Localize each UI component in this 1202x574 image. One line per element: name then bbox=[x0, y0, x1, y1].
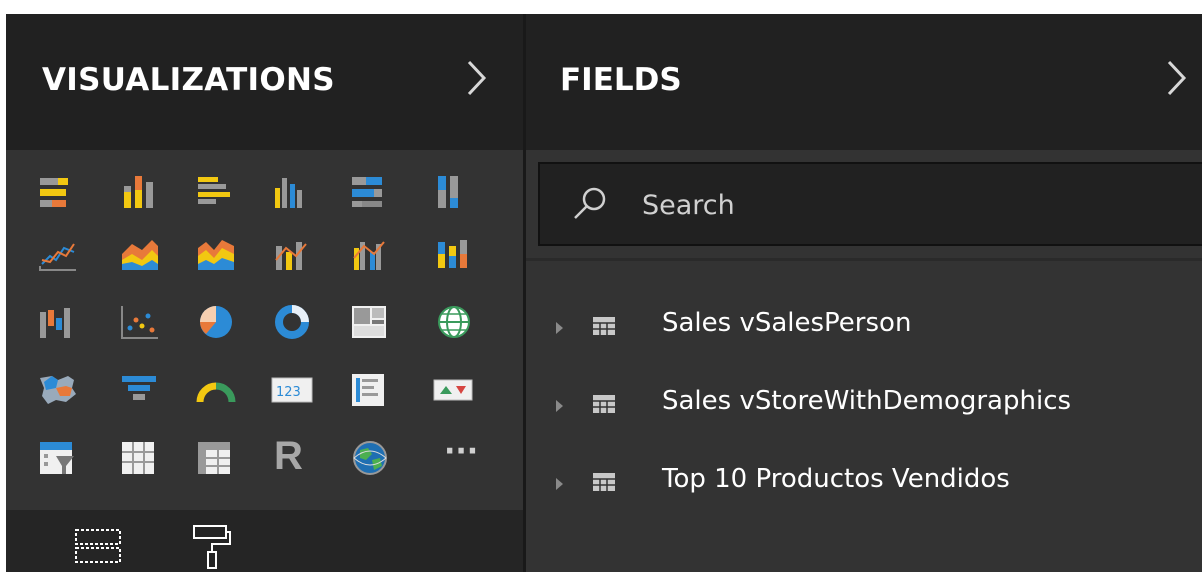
ribbon-chart-icon[interactable] bbox=[432, 234, 476, 278]
gauge-icon[interactable] bbox=[194, 370, 238, 414]
field-table-item[interactable]: Sales vStoreWithDemographics bbox=[526, 378, 1202, 434]
more-icon[interactable]: ··· bbox=[444, 434, 488, 478]
format-paint-roller-icon[interactable] bbox=[190, 522, 234, 574]
clustered-bar-chart-icon[interactable] bbox=[194, 172, 238, 216]
svg-text:123: 123 bbox=[276, 385, 301, 400]
kpi-icon[interactable] bbox=[432, 370, 476, 414]
line-and-stacked-column-chart-icon[interactable] bbox=[270, 234, 314, 278]
visualizations-title: VISUALIZATIONS bbox=[42, 62, 335, 98]
search-icon bbox=[570, 184, 610, 228]
scatter-chart-icon[interactable] bbox=[118, 302, 162, 346]
visualization-gallery: 123 R ··· bbox=[6, 150, 523, 510]
r-visual-icon[interactable]: R bbox=[274, 434, 318, 478]
visualizations-header: VISUALIZATIONS bbox=[6, 14, 523, 150]
funnel-icon[interactable] bbox=[118, 370, 162, 414]
visualizations-bottom-tabs bbox=[6, 510, 523, 572]
donut-chart-icon[interactable] bbox=[270, 302, 314, 346]
field-table-item[interactable]: Top 10 Productos Vendidos bbox=[526, 456, 1202, 512]
fields-well-icon[interactable] bbox=[74, 526, 126, 570]
slicer-icon[interactable] bbox=[36, 438, 80, 482]
fields-header: FIELDS bbox=[526, 14, 1202, 150]
matrix-icon[interactable] bbox=[194, 438, 238, 482]
globe-map-icon[interactable] bbox=[348, 438, 392, 482]
r-visual-label: R bbox=[274, 434, 303, 478]
table-icon bbox=[592, 470, 618, 498]
table-icon bbox=[592, 314, 618, 342]
100-stacked-column-chart-icon[interactable] bbox=[432, 172, 476, 216]
field-table-item[interactable]: Sales vSalesPerson bbox=[526, 300, 1202, 356]
card-icon[interactable]: 123 bbox=[270, 370, 314, 414]
waterfall-chart-icon[interactable] bbox=[36, 302, 80, 346]
more-label: ··· bbox=[444, 434, 479, 469]
visualizations-pane: VISUALIZATIONS 123 R ··· bbox=[6, 14, 523, 572]
stacked-bar-chart-icon[interactable] bbox=[36, 172, 80, 216]
100-stacked-bar-chart-icon[interactable] bbox=[348, 172, 392, 216]
line-and-clustered-column-chart-icon[interactable] bbox=[348, 234, 392, 278]
stacked-area-chart-icon[interactable] bbox=[194, 234, 238, 278]
field-table-label: Top 10 Productos Vendidos bbox=[662, 464, 1010, 494]
divider bbox=[526, 258, 1202, 261]
table-icon[interactable] bbox=[118, 438, 162, 482]
search-input[interactable]: Search bbox=[538, 162, 1202, 246]
area-chart-icon[interactable] bbox=[118, 234, 162, 278]
treemap-icon[interactable] bbox=[348, 302, 392, 346]
expand-triangle-icon[interactable] bbox=[556, 400, 563, 412]
filled-map-icon[interactable] bbox=[36, 370, 80, 414]
map-icon[interactable] bbox=[432, 302, 476, 346]
pie-chart-icon[interactable] bbox=[194, 302, 238, 346]
expand-triangle-icon[interactable] bbox=[556, 478, 563, 490]
field-table-label: Sales vSalesPerson bbox=[662, 308, 912, 338]
chevron-right-icon[interactable] bbox=[466, 58, 488, 107]
powerbi-panes: VISUALIZATIONS 123 R ··· FIELDS Search S… bbox=[0, 0, 1202, 572]
table-icon bbox=[592, 392, 618, 420]
search-placeholder: Search bbox=[642, 190, 735, 221]
line-chart-icon[interactable] bbox=[36, 234, 80, 278]
chevron-right-icon[interactable] bbox=[1166, 58, 1188, 107]
fields-pane: FIELDS Search Sales vSalesPerson Sales v… bbox=[526, 14, 1202, 572]
multi-row-card-icon[interactable] bbox=[348, 370, 392, 414]
stacked-column-chart-icon[interactable] bbox=[118, 172, 162, 216]
field-table-label: Sales vStoreWithDemographics bbox=[662, 386, 1072, 416]
clustered-column-chart-icon[interactable] bbox=[270, 172, 314, 216]
fields-title: FIELDS bbox=[560, 62, 682, 98]
expand-triangle-icon[interactable] bbox=[556, 322, 563, 334]
